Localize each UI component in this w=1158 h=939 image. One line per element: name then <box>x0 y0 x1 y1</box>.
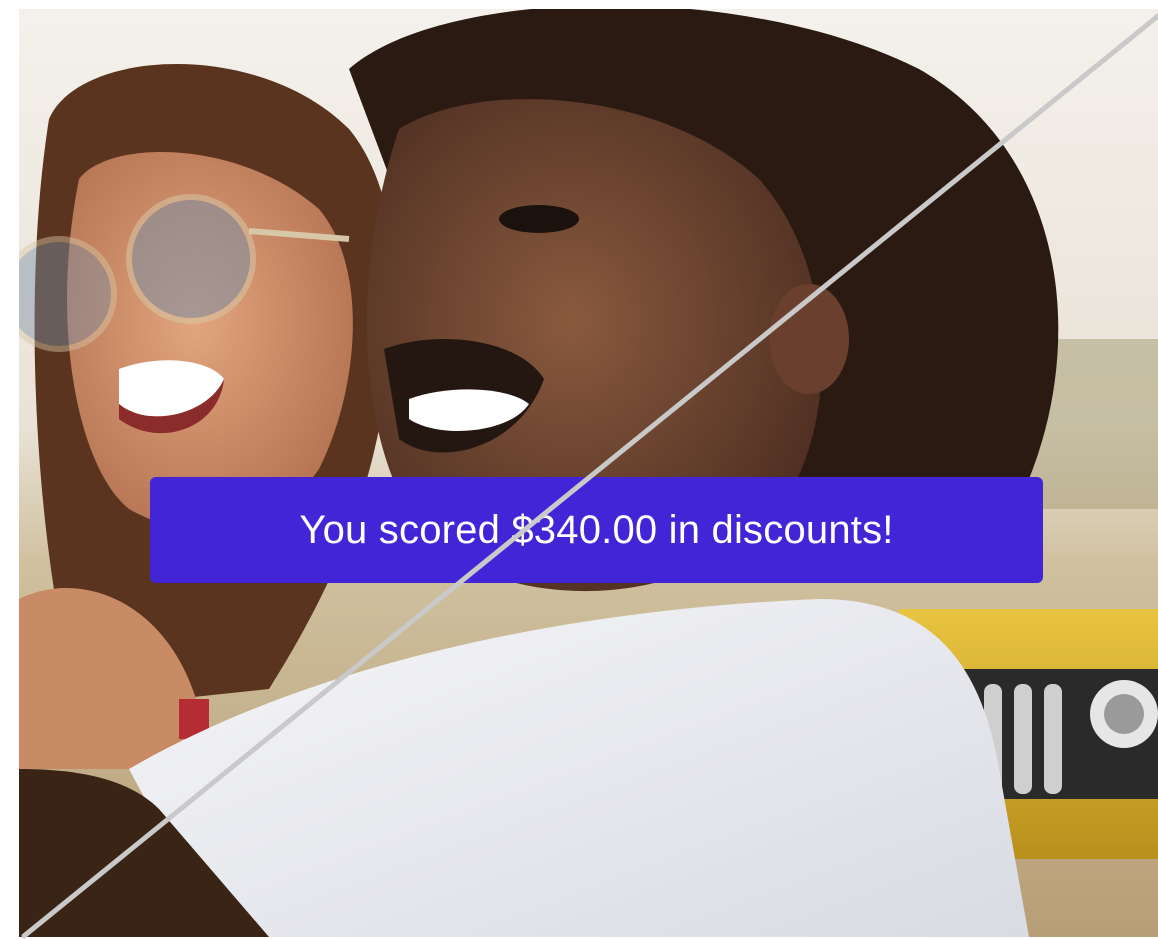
discount-banner: You scored $340.00 in discounts! <box>150 477 1043 583</box>
hero-photo <box>19 9 1158 937</box>
discount-banner-text: You scored $340.00 in discounts! <box>299 507 894 552</box>
page: You scored $340.00 in discounts! <box>0 0 1158 939</box>
hero-photo-illustration <box>19 9 1158 937</box>
